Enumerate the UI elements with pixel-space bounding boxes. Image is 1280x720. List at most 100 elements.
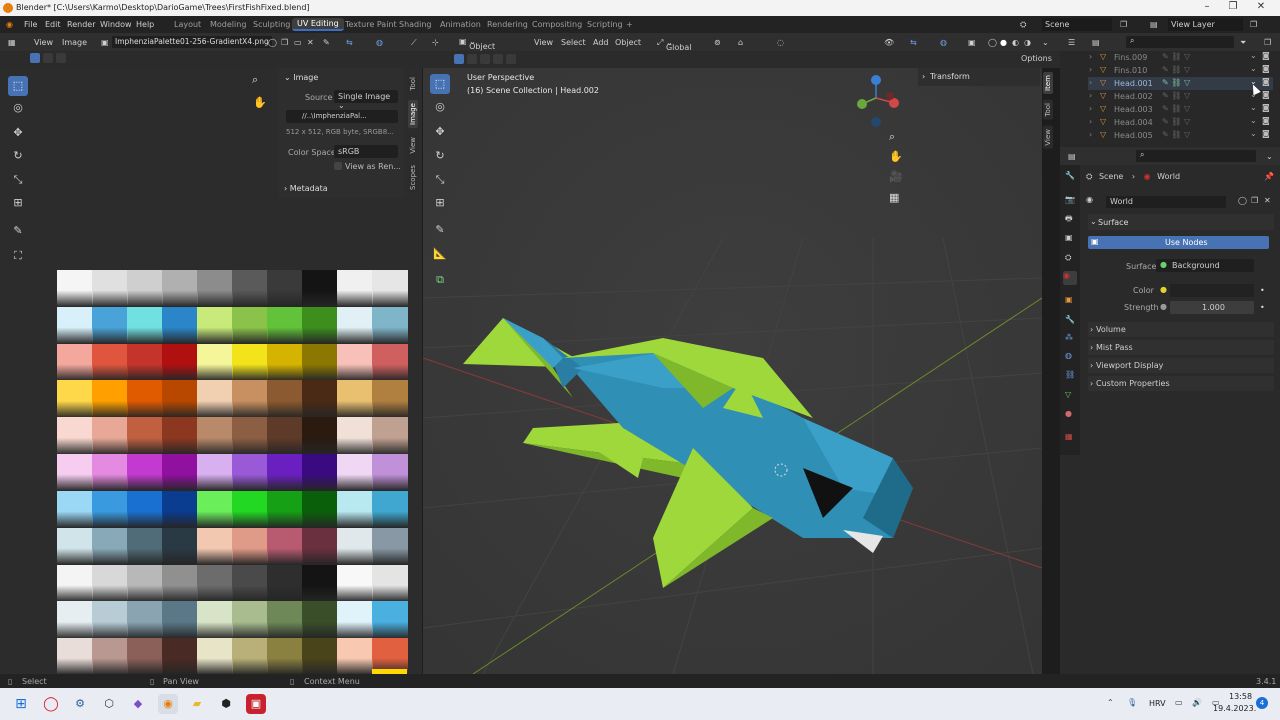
- breadcrumb-world[interactable]: World: [1157, 172, 1180, 181]
- image-name-field[interactable]: ImphenziaPalette01-256-GradientX4.png: [112, 36, 272, 48]
- viewport-3d[interactable]: [423, 68, 1042, 674]
- filepath-field[interactable]: //..\ImphenziaPal...: [286, 110, 398, 123]
- tab-vp-view[interactable]: View: [1043, 126, 1053, 149]
- viewport-menu-object[interactable]: Object: [615, 38, 641, 47]
- menu-edit[interactable]: Edit: [45, 20, 61, 29]
- tab-scripting[interactable]: Scripting: [587, 20, 623, 29]
- tab-sculpting[interactable]: Sculpting: [253, 20, 290, 29]
- vp-measure-tool-icon[interactable]: 📐: [430, 244, 450, 264]
- sample-tool-icon[interactable]: ⟋: [411, 38, 417, 48]
- tab-compositing[interactable]: Compositing: [532, 20, 582, 29]
- tab-animation[interactable]: Animation: [440, 20, 481, 29]
- surface-panel-header[interactable]: ⌄ Surface: [1088, 214, 1274, 230]
- blender-menu-icon[interactable]: ◉: [6, 20, 13, 29]
- volume-panel-header[interactable]: › Volume: [1088, 322, 1274, 337]
- mode-extend-icon[interactable]: [43, 53, 53, 63]
- physics-props-icon[interactable]: ◍: [1065, 351, 1072, 360]
- blender-taskbar-icon[interactable]: ◉: [158, 694, 178, 714]
- scene-copy-icon[interactable]: ❐: [1120, 20, 1127, 29]
- view-layer-props-icon[interactable]: ▣: [1065, 233, 1073, 242]
- mode-subtract-icon[interactable]: [56, 53, 66, 63]
- annotate-tool-icon[interactable]: ✎: [8, 221, 28, 241]
- tab-item[interactable]: Item: [1043, 72, 1053, 94]
- strength-socket-icon[interactable]: ●: [1160, 302, 1167, 311]
- cursor-tool-icon[interactable]: ◎: [8, 98, 28, 118]
- properties-search-input[interactable]: ⌕: [1136, 150, 1256, 162]
- texture-props-icon[interactable]: ▦: [1065, 432, 1073, 441]
- mode-set-icon[interactable]: [30, 53, 40, 63]
- settings-app-icon[interactable]: ⚙: [70, 694, 90, 714]
- pin-properties-icon[interactable]: 📌: [1264, 172, 1274, 181]
- microphone-icon[interactable]: 🎙: [1127, 698, 1137, 707]
- viewport-display-panel-header[interactable]: › Viewport Display: [1088, 358, 1274, 373]
- shading-rendered-icon[interactable]: ◑: [1024, 38, 1031, 47]
- outliner-item[interactable]: › ▽ Fins.010 ✎ ⛓ ▽ ⌄ ◙: [1088, 64, 1273, 77]
- outliner-item[interactable]: › ▽ Fins.009 ✎ ⛓ ▽ ⌄ ◙: [1088, 51, 1273, 64]
- open-image-icon[interactable]: ▭: [294, 38, 302, 47]
- volume-icon[interactable]: 🔊: [1192, 698, 1202, 707]
- render-props-icon[interactable]: 📷: [1065, 195, 1075, 204]
- snap-icon[interactable]: ⌂: [738, 38, 743, 47]
- shading-solid-icon[interactable]: ●: [1000, 38, 1007, 47]
- rotate-tool-icon[interactable]: ↻: [8, 146, 28, 166]
- metadata-panel-header[interactable]: › Metadata: [284, 184, 328, 193]
- options-dropdown[interactable]: Options ⌄: [1017, 53, 1060, 72]
- opera-icon[interactable]: ◯: [41, 694, 61, 714]
- view-layer-selector[interactable]: View Layer: [1168, 18, 1243, 31]
- outliner-item[interactable]: › ▽ Head.001 ✎ ⛓ ▽ ⌄ ◙: [1088, 77, 1273, 90]
- color-field[interactable]: [1170, 284, 1254, 297]
- strength-field[interactable]: 1.000: [1170, 301, 1254, 314]
- scene-icon[interactable]: ⛭: [1020, 20, 1026, 30]
- windows-start-icon[interactable]: ⊞: [11, 694, 31, 714]
- output-props-icon[interactable]: 🖶: [1065, 213, 1073, 227]
- tab-modeling[interactable]: Modeling: [210, 20, 246, 29]
- grab-tool-icon[interactable]: ⛶: [8, 246, 28, 266]
- pivot-icon[interactable]: ⊚: [714, 38, 721, 47]
- new-image-icon[interactable]: ❐: [281, 38, 288, 47]
- tab-tool[interactable]: Tool: [408, 74, 418, 94]
- menu-render[interactable]: Render: [67, 20, 95, 29]
- uv-sync-icon[interactable]: ⇆: [346, 38, 353, 47]
- vp-add-cube-tool-icon[interactable]: ⧉: [430, 270, 450, 290]
- unlink-image-icon[interactable]: ✕: [307, 38, 314, 47]
- scene-props-icon[interactable]: ⛭: [1065, 253, 1071, 263]
- view-layer-copy-icon[interactable]: ❐: [1250, 20, 1257, 29]
- vp-mode-subtract-icon[interactable]: [480, 54, 490, 64]
- proportional-edit-icon[interactable]: ◌: [777, 38, 784, 47]
- visibility-icon[interactable]: 👁: [884, 38, 894, 47]
- viewport-menu-select[interactable]: Select: [561, 38, 586, 47]
- vp-mode-invert-icon[interactable]: [493, 54, 503, 64]
- tab-texture-paint[interactable]: Texture Paint: [345, 20, 397, 29]
- constraints-props-icon[interactable]: ⛓: [1065, 370, 1075, 379]
- notification-badge[interactable]: 4: [1256, 697, 1268, 709]
- fake-user-icon[interactable]: ◯: [268, 38, 277, 47]
- github-desktop-icon[interactable]: ⬢: [216, 694, 236, 714]
- world-selector[interactable]: ◉ World: [1086, 195, 1236, 208]
- clock-date[interactable]: 19.4.2023.: [1213, 704, 1256, 713]
- image-panel-header[interactable]: ⌄ Image: [284, 73, 318, 82]
- vp-zoom-icon[interactable]: ⌕: [889, 130, 895, 144]
- vp-mode-intersect-icon[interactable]: [506, 54, 516, 64]
- transform-panel[interactable]: › Transform: [918, 68, 1040, 86]
- world-props-icon[interactable]: ◉: [1063, 271, 1077, 285]
- object-props-icon[interactable]: ▣: [1065, 295, 1073, 304]
- tool-props-icon[interactable]: 🔧: [1065, 171, 1075, 180]
- zoom-icon[interactable]: ⌕: [252, 73, 258, 87]
- outliner-search-input[interactable]: ⌕: [1126, 36, 1234, 48]
- breadcrumb-scene[interactable]: Scene: [1099, 172, 1123, 181]
- tab-uv-editing[interactable]: UV Editing: [292, 18, 344, 31]
- shading-options-icon[interactable]: ⌄: [1042, 38, 1049, 47]
- scale-tool-icon[interactable]: ⤡: [8, 170, 28, 190]
- vp-annotate-tool-icon[interactable]: ✎: [430, 220, 450, 240]
- filter-icon[interactable]: ⏷: [1240, 38, 1246, 48]
- vp-cursor-tool-icon[interactable]: ◎: [430, 97, 450, 117]
- tab-rendering[interactable]: Rendering: [487, 20, 528, 29]
- view-layer-icon[interactable]: ▤: [1150, 20, 1158, 29]
- colorspace-dropdown[interactable]: sRGB: [334, 145, 398, 158]
- vp-transform-tool-icon[interactable]: ⊞: [430, 193, 450, 213]
- menu-file[interactable]: File: [24, 20, 37, 29]
- gizmo-icon[interactable]: ⇆: [910, 38, 917, 47]
- image-browse-icon[interactable]: ▣: [101, 38, 109, 47]
- copy-world-icon[interactable]: ❐: [1251, 196, 1258, 205]
- view-as-render-checkbox[interactable]: [334, 162, 342, 170]
